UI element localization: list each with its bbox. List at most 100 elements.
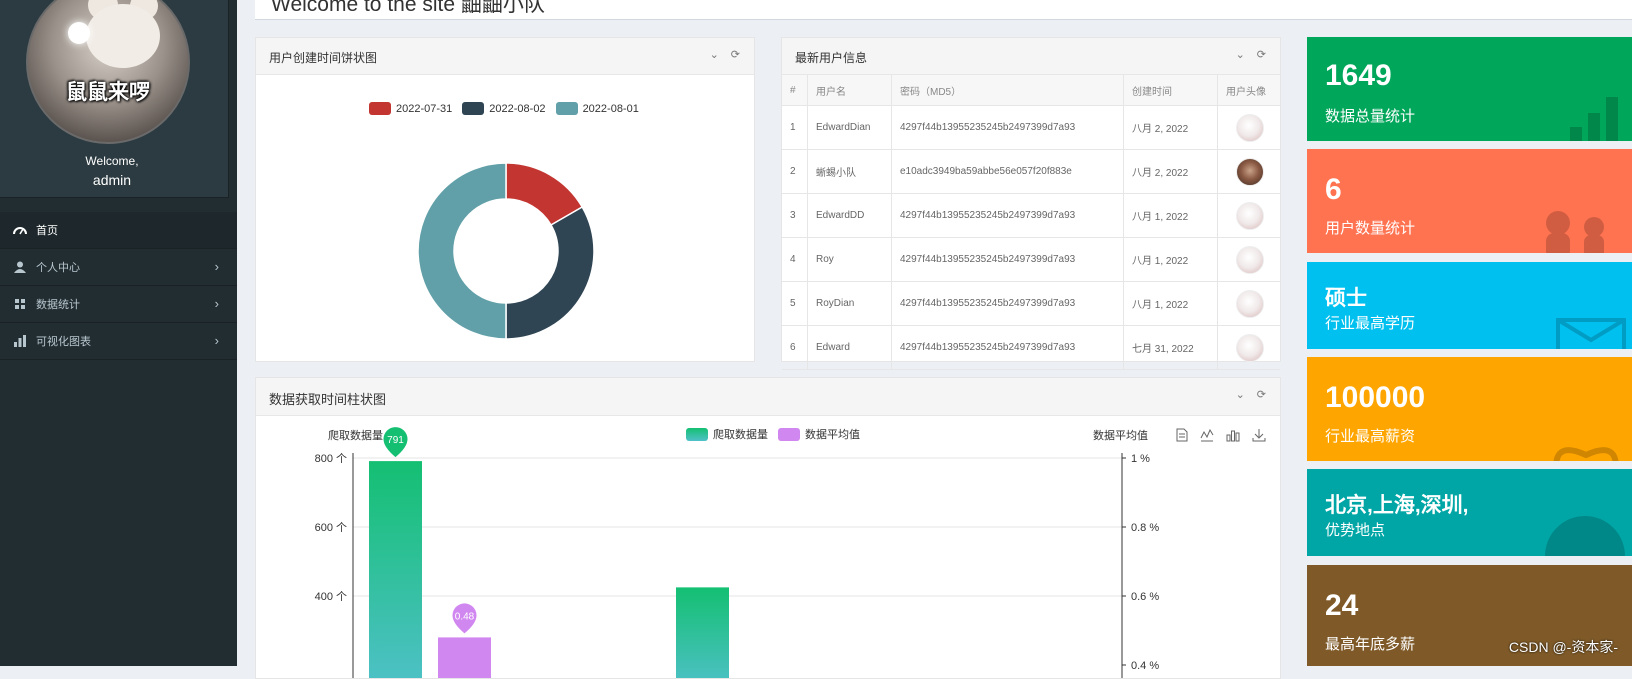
col-header: 密码（MD5） bbox=[891, 75, 1124, 106]
box-header: 最新用户信息 ⌄ ⟳ bbox=[782, 38, 1280, 75]
y-tick-label: 800 个 bbox=[315, 452, 347, 465]
bar[interactable] bbox=[676, 587, 729, 678]
box-tools: ⌄ ⟳ bbox=[1236, 388, 1266, 401]
bar-chart-icon bbox=[13, 335, 27, 347]
dashboard-icon bbox=[13, 224, 27, 236]
refresh-icon[interactable]: ⟳ bbox=[731, 48, 740, 61]
stat-value: 6 bbox=[1325, 173, 1342, 206]
sidebar-item-label: 首页 bbox=[36, 225, 58, 237]
y2-tick-label: 0.4 % bbox=[1131, 660, 1159, 672]
table-cell: RoyDian bbox=[807, 281, 892, 326]
sidebar-item-home[interactable]: 首页 bbox=[0, 212, 237, 249]
stat-label: 行业最高薪资 bbox=[1325, 428, 1416, 445]
sidebar-item-label: 可视化图表 bbox=[36, 336, 91, 348]
watermark: CSDN @-资本家- bbox=[1508, 639, 1618, 655]
y2-tick-label: 0.8 % bbox=[1131, 522, 1159, 534]
legend-item[interactable]: 2022-08-01 bbox=[555, 102, 639, 115]
bar-chart-box: 数据获取时间柱状图 ⌄ ⟳ 爬取数据量 数据平均值 爬取数据量 数据平均值 800 … bbox=[255, 377, 1281, 679]
ball-icon bbox=[1545, 516, 1625, 556]
user-avatar[interactable] bbox=[1236, 201, 1264, 230]
y-tick-label: 600 个 bbox=[315, 521, 347, 534]
welcome-heading: Welcome to the site 鼬鼬小队 bbox=[271, 0, 545, 16]
sidebar-item-charts[interactable]: 可视化图表 › bbox=[0, 323, 237, 360]
table-cell: Roy bbox=[807, 237, 892, 282]
table-cell: 3 bbox=[782, 193, 808, 238]
user-avatar[interactable] bbox=[1236, 113, 1264, 142]
table-row: 4 Roy 4297f44b13955235245b2497399d7a93 八月 1… bbox=[782, 237, 1280, 282]
user-avatar[interactable] bbox=[1236, 333, 1264, 362]
col-header: 用户名 bbox=[807, 75, 892, 106]
refresh-icon[interactable]: ⟳ bbox=[1257, 388, 1266, 401]
table-cell: 八月 2, 2022 bbox=[1123, 105, 1218, 150]
collapse-icon[interactable]: ⌄ bbox=[1236, 388, 1245, 401]
data-label: 0.48 bbox=[455, 611, 475, 622]
bar[interactable] bbox=[438, 637, 491, 678]
stat-value: 100000 bbox=[1325, 381, 1426, 414]
table-cell: EdwardDD bbox=[807, 193, 892, 238]
stat-label: 最高年底多薪 bbox=[1325, 636, 1416, 653]
sidebar-menu: 首页 个人中心 › 数据统计 › 可视化图表 › bbox=[0, 212, 237, 360]
bar[interactable] bbox=[369, 461, 422, 678]
collapse-icon[interactable]: ⌄ bbox=[710, 48, 719, 61]
stat-value: 24 bbox=[1325, 589, 1359, 622]
box-title: 用户创建时间饼状图 bbox=[269, 51, 378, 65]
collapse-icon[interactable]: ⌄ bbox=[1236, 48, 1245, 61]
table-cell: e10adc3949ba59abbe56e057f20f883e bbox=[891, 149, 1124, 194]
data-label: 791 bbox=[387, 435, 404, 446]
legend-item[interactable]: 2022-08-02 bbox=[462, 102, 546, 115]
table-row: 2 蜥蜴小队 e10adc3949ba59abbe56e057f20f883e 八月 … bbox=[782, 149, 1280, 194]
y2-tick-label: 1 % bbox=[1131, 453, 1150, 465]
stat-card: 6 用户数量统计 bbox=[1307, 149, 1632, 253]
box-title: 最新用户信息 bbox=[795, 51, 868, 65]
table-cell: Edward bbox=[807, 325, 892, 370]
pie-slice-2022-08-01[interactable] bbox=[417, 162, 507, 340]
stat-card: 1649 数据总量统计 bbox=[1307, 37, 1632, 141]
table-cell: 4297f44b13955235245b2497399d7a93 bbox=[891, 193, 1124, 238]
stat-value: 硕士 bbox=[1325, 287, 1367, 310]
user-panel: 鼠鼠来啰 Welcome, admin bbox=[0, 0, 229, 198]
y-axis-title-left: 爬取数据量 bbox=[328, 428, 383, 442]
stat-card: 硕士 行业最高学历 bbox=[1307, 262, 1632, 349]
avatar-caption: 鼠鼠来啰 bbox=[66, 81, 150, 104]
sidebar-item-label: 个人中心 bbox=[36, 262, 80, 274]
sidebar-item-stats[interactable]: 数据统计 › bbox=[0, 286, 237, 323]
grid-icon bbox=[13, 299, 27, 309]
y-tick-label: 400 个 bbox=[315, 590, 347, 603]
table-cell: 蜥蜴小队 bbox=[807, 149, 892, 194]
donut-chart[interactable] bbox=[406, 151, 606, 351]
envelope-icon bbox=[1556, 318, 1626, 349]
chevron-right-icon: › bbox=[214, 333, 219, 348]
table-cell: 4 bbox=[782, 237, 808, 282]
table-cell: 4297f44b13955235245b2497399d7a93 bbox=[891, 325, 1124, 370]
table-cell: 4297f44b13955235245b2497399d7a93 bbox=[891, 237, 1124, 282]
stat-label: 优势地点 bbox=[1325, 522, 1386, 539]
user-avatar[interactable] bbox=[1236, 245, 1264, 274]
table-cell bbox=[1217, 237, 1280, 282]
table-cell: 七月 31, 2022 bbox=[1123, 325, 1218, 370]
table-header-row: # 用户名 密码（MD5） 创建时间 用户头像 bbox=[782, 75, 1280, 106]
box-header: 数据获取时间柱状图 ⌄ ⟳ bbox=[256, 378, 1280, 416]
stat-label: 行业最高学历 bbox=[1325, 315, 1416, 332]
legend-item[interactable]: 2022-07-31 bbox=[369, 102, 452, 115]
gift-icon bbox=[1553, 447, 1619, 461]
table-row: 3 EdwardDD 4297f44b13955235245b2497399d7a9… bbox=[782, 193, 1280, 238]
table-cell: 八月 1, 2022 bbox=[1123, 281, 1218, 326]
sidebar-item-profile[interactable]: 个人中心 › bbox=[0, 249, 237, 286]
bar-chart[interactable]: 爬取数据量 数据平均值 800 个 600 个 400 个 1 % 0.8 % 0.6 % 0.… bbox=[256, 418, 1256, 678]
stat-label: 数据总量统计 bbox=[1325, 108, 1416, 125]
pie-slice-2022-08-02[interactable] bbox=[505, 205, 595, 340]
col-header: 用户头像 bbox=[1217, 75, 1280, 106]
stat-card: 100000 行业最高薪资 bbox=[1307, 357, 1632, 461]
bar-chart-icon bbox=[1570, 97, 1618, 141]
chevron-right-icon: › bbox=[214, 259, 219, 274]
user-icon bbox=[13, 261, 27, 273]
stat-label: 用户数量统计 bbox=[1325, 220, 1416, 237]
box-tools: ⌄ ⟳ bbox=[1236, 48, 1266, 61]
table-cell: 1 bbox=[782, 105, 808, 150]
refresh-icon[interactable]: ⟳ bbox=[1257, 48, 1266, 61]
table-cell bbox=[1217, 325, 1280, 370]
y2-tick-label: 0.6 % bbox=[1131, 591, 1159, 603]
y-axis-title-right: 数据平均值 bbox=[1093, 428, 1148, 442]
user-avatar[interactable] bbox=[1236, 157, 1264, 186]
user-avatar[interactable] bbox=[1236, 289, 1264, 318]
